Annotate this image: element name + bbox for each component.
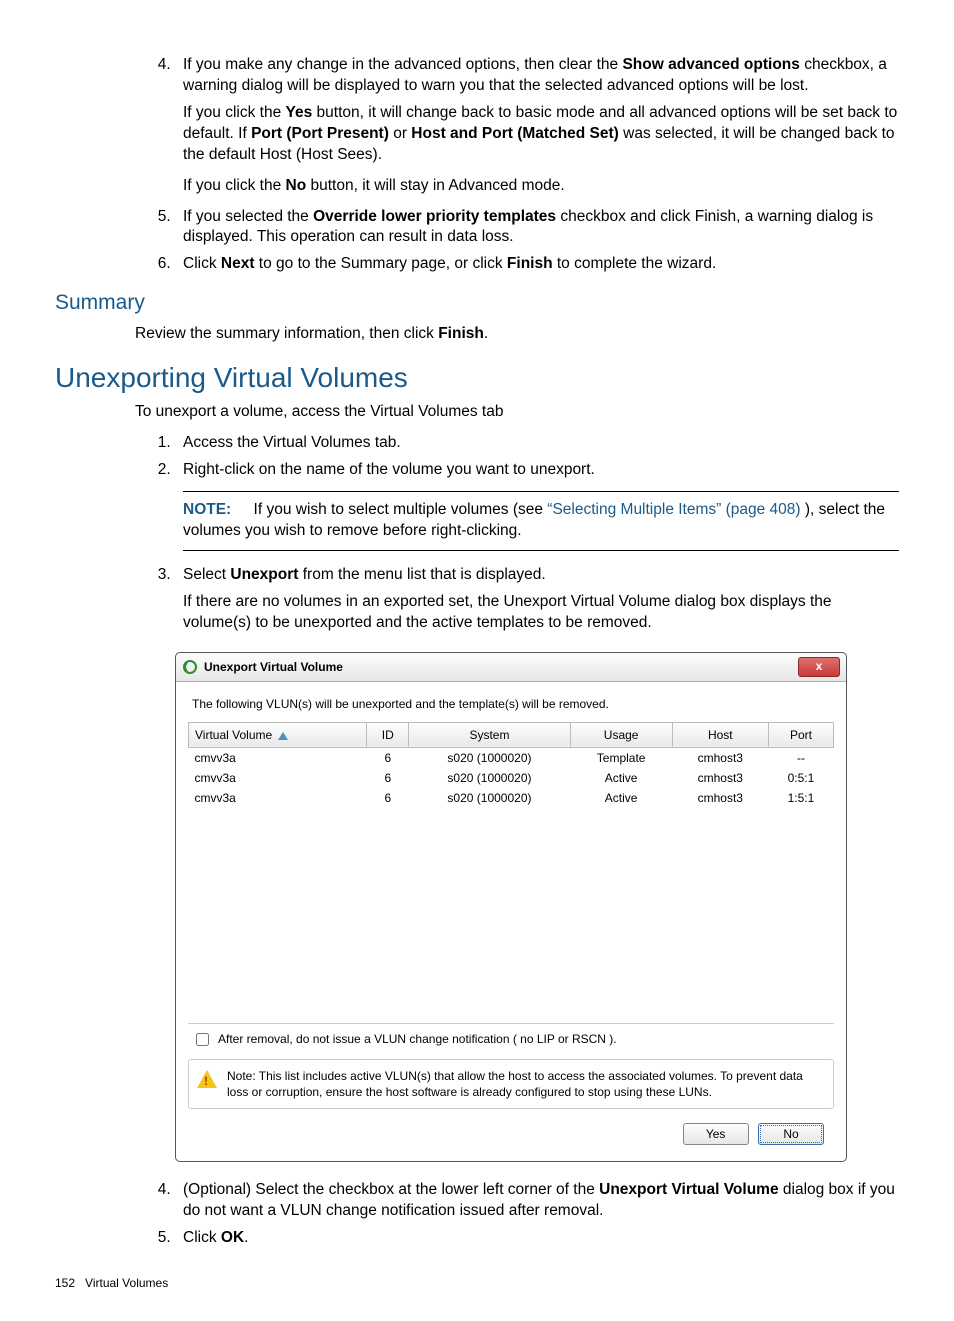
unexport-step-2: Right-click on the name of the volume yo… (175, 460, 899, 551)
dialog-titlebar[interactable]: Unexport Virtual Volume x (176, 653, 846, 682)
unexport-intro: To unexport a volume, access the Virtual… (135, 402, 899, 423)
unexport-step-5: Click OK. (175, 1228, 899, 1249)
table-row[interactable]: cmvv3a6s020 (1000020)Templatecmhost3-- (189, 748, 834, 769)
dialog-title: Unexport Virtual Volume (204, 659, 798, 675)
footer-section: Virtual Volumes (85, 1276, 168, 1290)
unexport-step-4: (Optional) Select the checkbox at the lo… (175, 1180, 899, 1222)
unexport-heading: Unexporting Virtual Volumes (55, 359, 899, 397)
no-button[interactable]: No (758, 1123, 824, 1145)
unexport-steps: Access the Virtual Volumes tab. Right-cl… (135, 433, 899, 633)
table-row[interactable]: cmvv3a6s020 (1000020)Activecmhost30:5:1 (189, 768, 834, 788)
summary-text: Review the summary information, then cli… (135, 324, 899, 345)
app-icon (182, 659, 198, 675)
step4-p1: If you make any change in the advanced o… (183, 56, 887, 94)
warning-row: Note: This list includes active VLUN(s) … (188, 1059, 834, 1109)
step4-p2: If you click the Yes button, it will cha… (183, 103, 899, 166)
col-port[interactable]: Port (768, 722, 833, 747)
unexport-step-3-p2: If there are no volumes in an exported s… (183, 592, 899, 634)
step-4: If you make any change in the advanced o… (175, 55, 899, 197)
page-number: 152 (55, 1276, 75, 1290)
col-usage[interactable]: Usage (570, 722, 672, 747)
col-virtual-volume[interactable]: Virtual Volume (189, 722, 367, 747)
no-notification-label: After removal, do not issue a VLUN chang… (218, 1031, 617, 1047)
col-host[interactable]: Host (672, 722, 768, 747)
no-notification-checkbox[interactable] (196, 1033, 209, 1046)
notification-checkbox-row: After removal, do not issue a VLUN chang… (188, 1023, 834, 1055)
warning-icon (197, 1070, 217, 1088)
step-6: Click Next to go to the Summary page, or… (175, 254, 899, 275)
table-row[interactable]: cmvv3a6s020 (1000020)Activecmhost31:5:1 (189, 788, 834, 808)
page-footer: 152 Virtual Volumes (55, 1275, 899, 1291)
close-button[interactable]: x (798, 657, 840, 677)
sort-asc-icon (278, 732, 288, 740)
warning-text: Note: This list includes active VLUN(s) … (227, 1068, 825, 1100)
note-block: NOTE: If you wish to select multiple vol… (183, 491, 899, 551)
dialog-message: The following VLUN(s) will be unexported… (192, 696, 834, 712)
vlun-table: Virtual Volume ID System Usage Host Port… (188, 722, 834, 1023)
vlun-tbody: cmvv3a6s020 (1000020)Templatecmhost3-- c… (189, 748, 834, 1023)
steps-list-a: If you make any change in the advanced o… (135, 55, 899, 275)
col-id[interactable]: ID (367, 722, 409, 747)
summary-heading: Summary (55, 289, 899, 317)
step4-p3: If you click the No button, it will stay… (183, 176, 899, 197)
unexport-step-3: Select Unexport from the menu list that … (175, 565, 899, 634)
note-label: NOTE: (183, 501, 231, 518)
col-system[interactable]: System (409, 722, 570, 747)
unexport-dialog: Unexport Virtual Volume x The following … (175, 652, 847, 1163)
unexport-steps-cont: (Optional) Select the checkbox at the lo… (135, 1180, 899, 1249)
unexport-step-1: Access the Virtual Volumes tab. (175, 433, 899, 454)
note-link[interactable]: “Selecting Multiple Items” (page 408) (547, 501, 800, 518)
step-5: If you selected the Override lower prior… (175, 207, 899, 249)
yes-button[interactable]: Yes (683, 1123, 749, 1145)
